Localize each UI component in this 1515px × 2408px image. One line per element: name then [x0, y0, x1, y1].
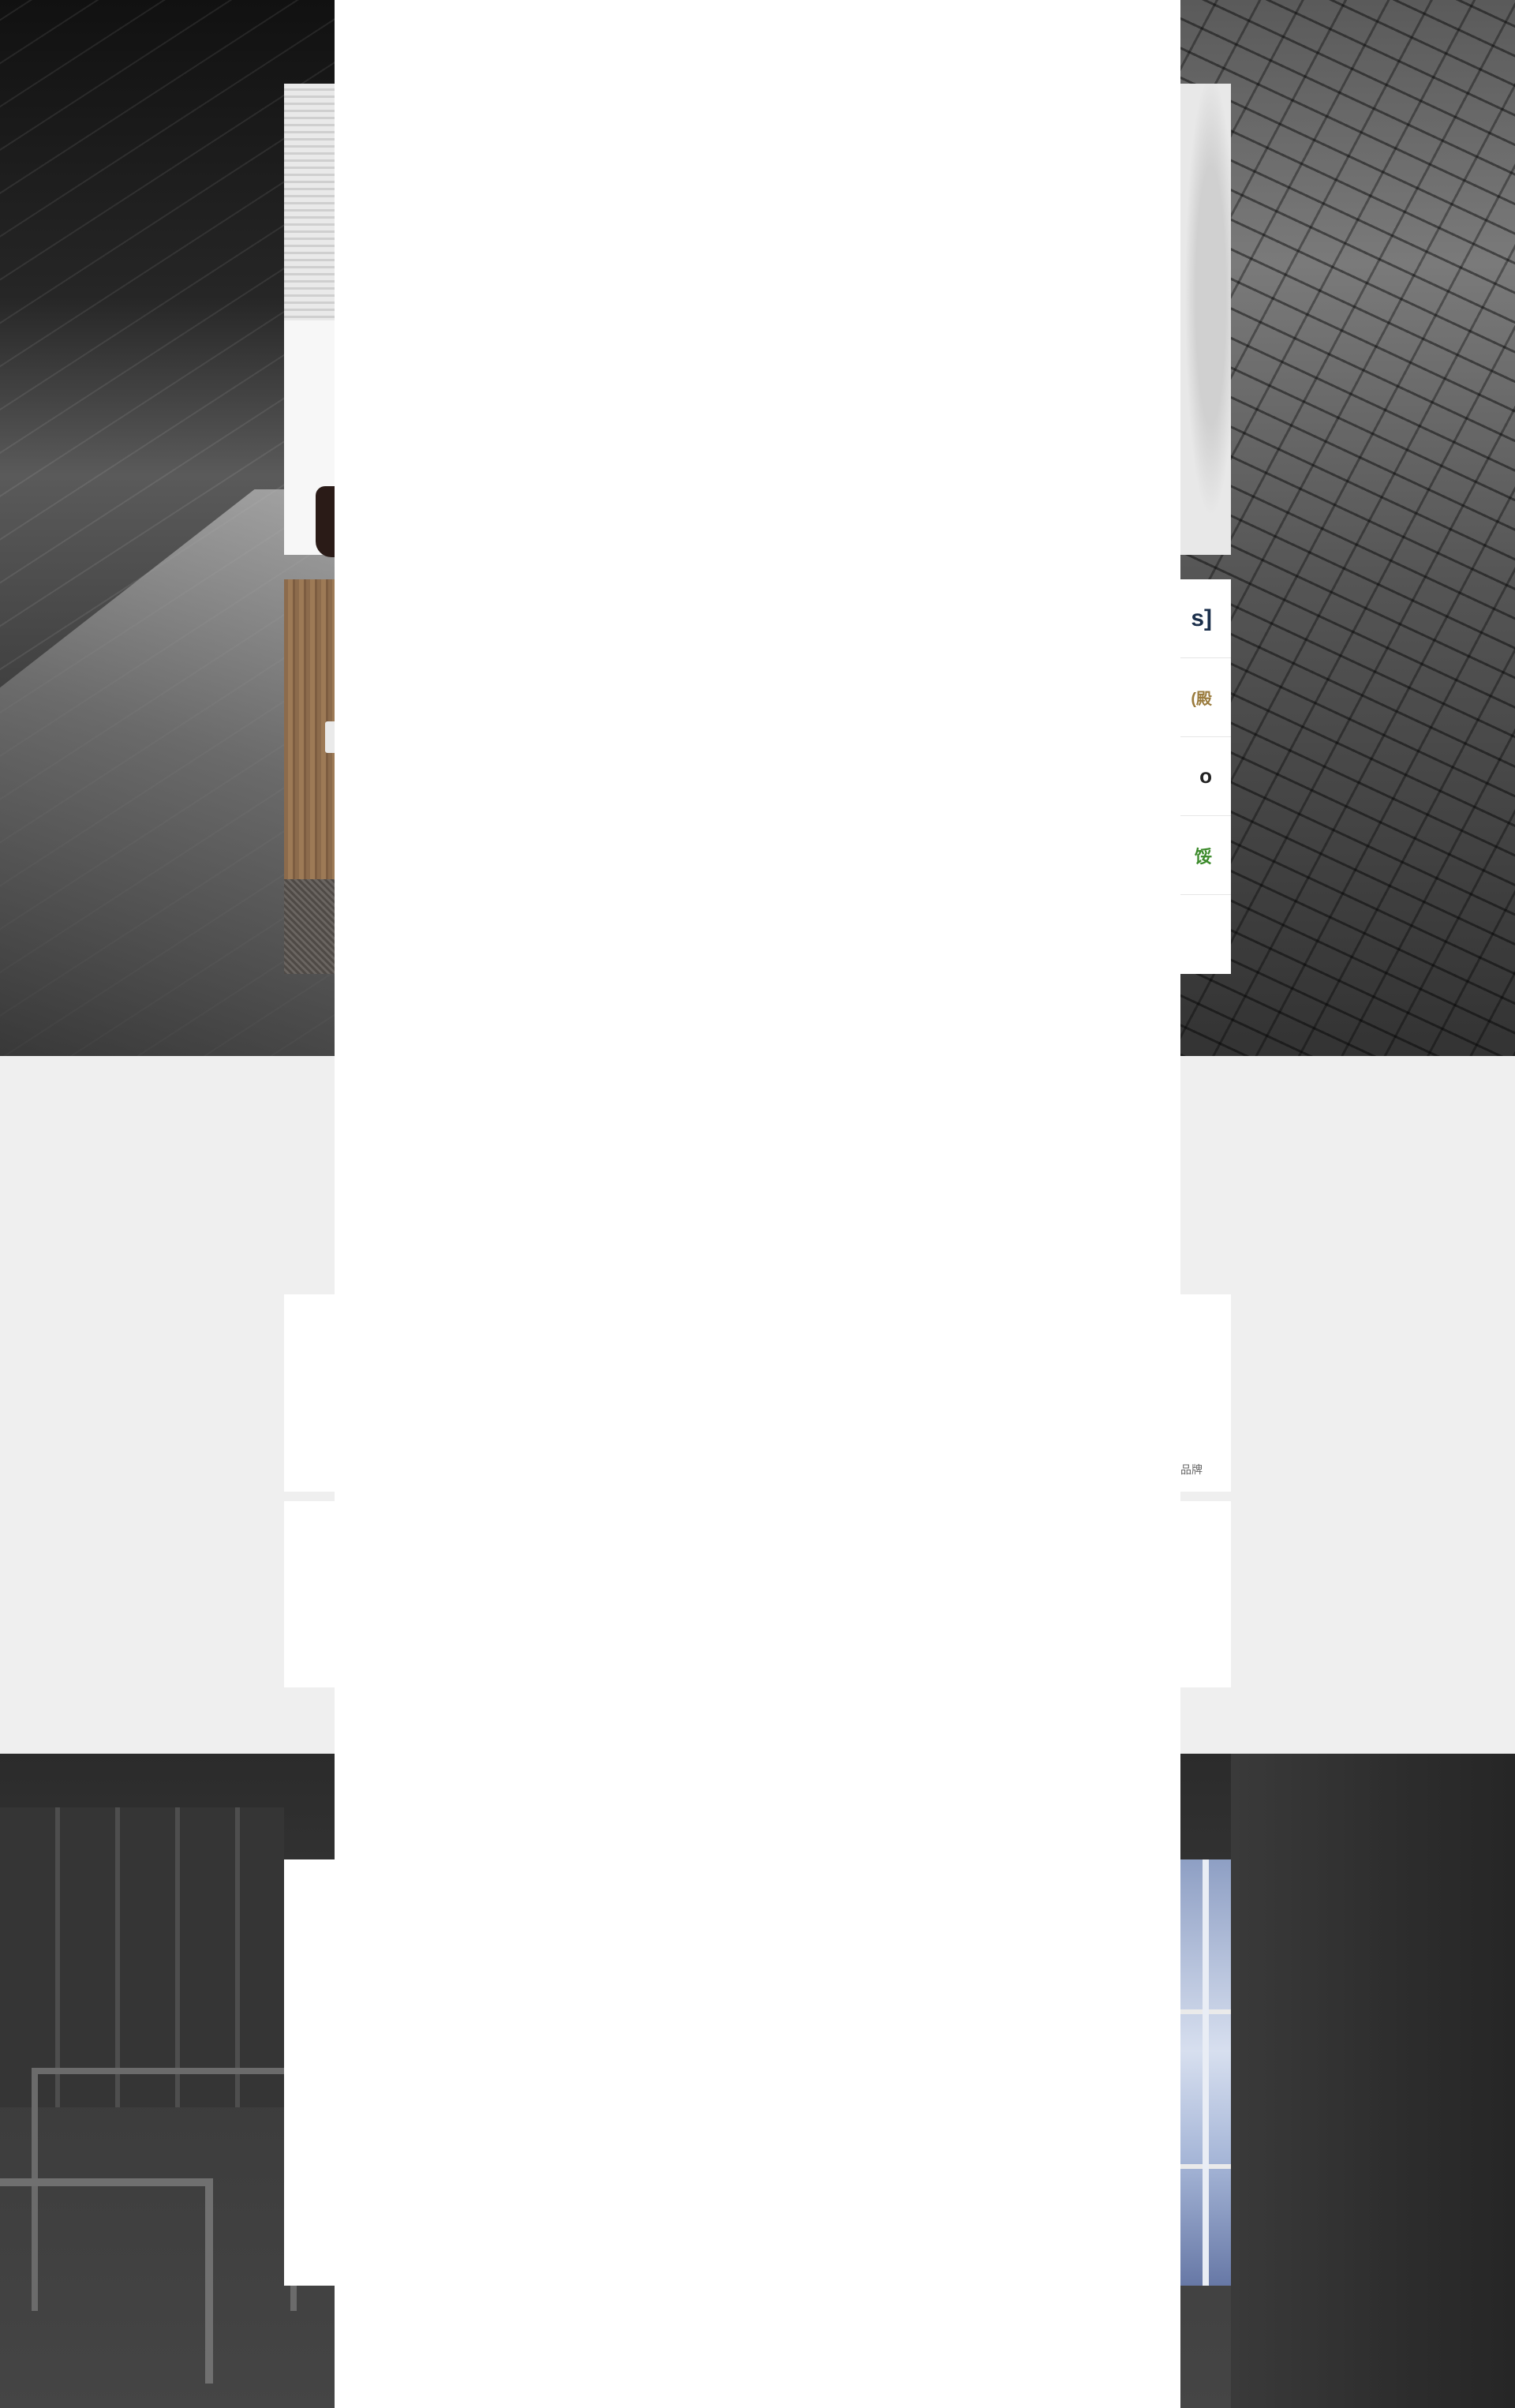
client-logo-panel: s] (殿 o 馁: [1180, 579, 1231, 974]
window-photo-card[interactable]: [1180, 1859, 1231, 2286]
floor-image: [284, 879, 335, 974]
client-logo-row[interactable]: (殿: [1180, 658, 1231, 737]
client-logo: s]: [1191, 605, 1212, 631]
brand-label: 品牌: [1180, 1463, 1203, 1476]
main-content-column: [335, 0, 1180, 2408]
client-logo-row[interactable]: o: [1180, 737, 1231, 816]
client-logo: 馁: [1194, 846, 1212, 867]
coffee-cup-image: [316, 486, 335, 557]
world-map-card[interactable]: [1180, 84, 1231, 555]
client-logo: o: [1199, 764, 1212, 788]
client-logo-row[interactable]: 馁: [1180, 816, 1231, 895]
window-mullion: [1203, 1859, 1209, 2286]
client-logo-row[interactable]: s]: [1180, 579, 1231, 658]
desk-image-2: [0, 2178, 213, 2384]
wood-interior-card[interactable]: [284, 579, 335, 974]
client-logo: (殿: [1191, 691, 1212, 708]
office-wall-image: [1231, 1754, 1515, 2408]
chair-image: [325, 721, 335, 753]
office-photo-card[interactable]: [284, 84, 335, 557]
office-window-image: [0, 1807, 284, 2107]
